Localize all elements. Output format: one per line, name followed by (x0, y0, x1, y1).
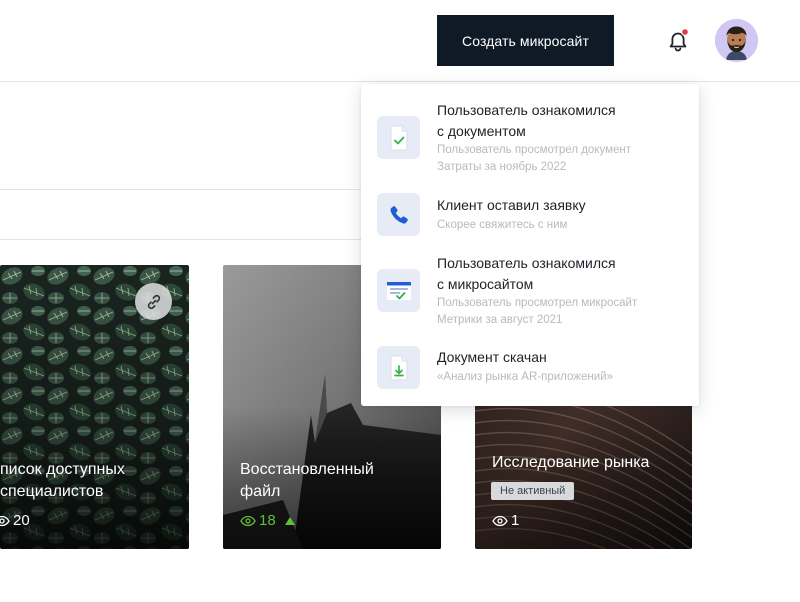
bell-icon (669, 27, 690, 52)
views-count: 20 (13, 512, 30, 529)
eye-icon (0, 515, 10, 526)
notification-title: с документом (437, 123, 526, 139)
notification-description: Пользователь просмотрел микросайт (437, 297, 638, 309)
views-counter: 18 (240, 512, 296, 529)
views-counter: 20 (0, 512, 30, 529)
notification-item[interactable]: Документ скачан «Анализ рынка AR-приложе… (361, 346, 699, 392)
notification-description: Скорее свяжитесь с ним (437, 219, 568, 231)
notification-description: Пользователь просмотрел документ (437, 144, 632, 156)
notification-title: Пользователь ознакомился (437, 255, 616, 271)
notification-item[interactable]: Клиент оставил заявку Скорее свяжитесь с… (361, 193, 699, 243)
notification-title: Документ скачан (437, 349, 547, 365)
views-count: 1 (511, 512, 520, 529)
arrow-up-icon (284, 516, 295, 525)
divider (0, 239, 361, 240)
document-download-icon (377, 346, 420, 389)
notification-description: Метрики за август 2021 (437, 314, 563, 326)
notification-item[interactable]: Пользователь ознакомился с документом По… (361, 98, 699, 180)
copy-link-button[interactable] (135, 283, 172, 320)
document-check-icon (377, 116, 420, 159)
eye-icon (492, 515, 508, 526)
create-microsite-button[interactable]: Создать микросайт (437, 15, 614, 66)
notification-title: Пользователь ознакомился (437, 102, 616, 118)
notification-title: Клиент оставил заявку (437, 197, 586, 213)
notification-title: с микросайтом (437, 276, 534, 292)
notification-description: «Анализ рынка AR-приложений» (437, 371, 613, 383)
eye-icon (240, 515, 256, 526)
microsite-check-icon (377, 269, 420, 312)
top-header: Создать микросайт (0, 0, 800, 82)
card-title: Восстановленный файл (240, 461, 374, 500)
notifications-dropdown: Пользователь ознакомился с документом По… (361, 84, 699, 406)
card-title: писок доступных специалистов (0, 461, 125, 500)
status-badge: Не активный (491, 482, 575, 500)
notification-item[interactable]: Пользователь ознакомился с микросайтом П… (361, 251, 699, 333)
user-avatar[interactable] (715, 19, 758, 62)
views-counter: 1 (492, 512, 519, 529)
divider (0, 189, 361, 190)
views-count: 18 (259, 512, 276, 529)
avatar-face-icon (715, 19, 758, 62)
notification-description: Затраты за ноябрь 2022 (437, 161, 567, 173)
phone-icon (377, 193, 420, 236)
card-title: Исследование рынка (492, 454, 650, 471)
link-icon (147, 294, 160, 309)
notifications-button[interactable] (664, 27, 692, 55)
unread-dot (681, 27, 690, 37)
